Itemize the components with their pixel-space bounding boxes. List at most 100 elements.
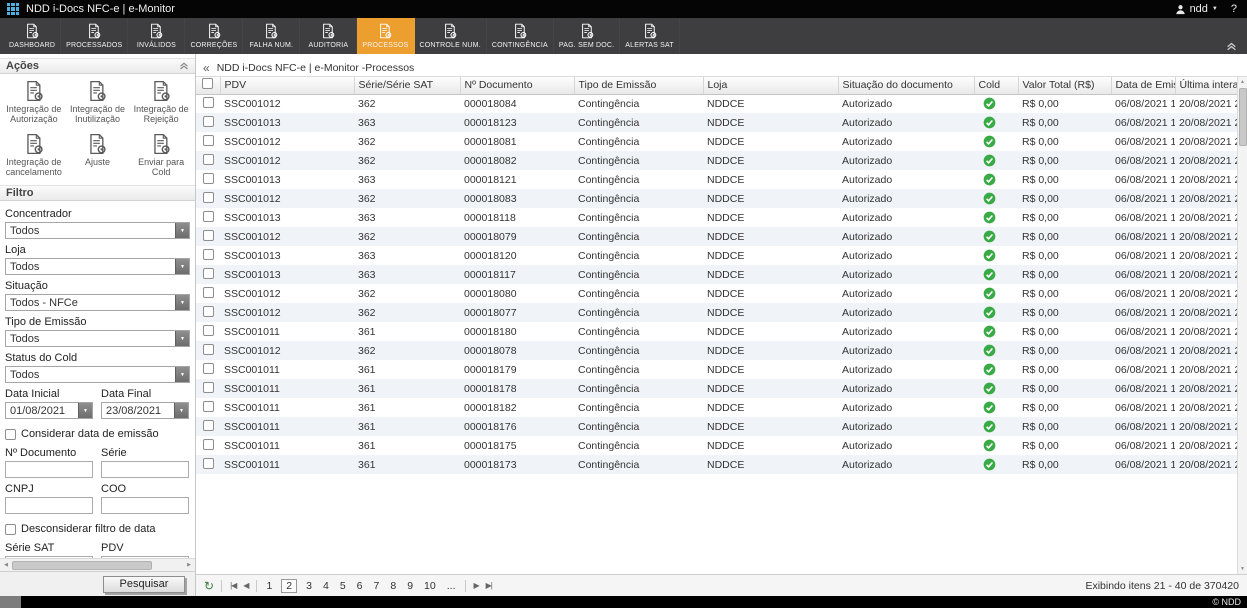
tab-dashboard[interactable]: DASHBOARD xyxy=(4,18,61,54)
filter-dropdown[interactable]: Todos▼ xyxy=(5,366,190,383)
pesquisar-button[interactable]: Pesquisar xyxy=(103,576,185,593)
tab-invalidos[interactable]: INVÁLIDOS xyxy=(128,18,185,54)
coo-input[interactable] xyxy=(101,497,189,514)
considerar-emissao-checkbox[interactable] xyxy=(5,429,16,440)
page-number-6[interactable]: 6 xyxy=(355,580,365,592)
col-valor-total[interactable]: Valor Total (R$) xyxy=(1018,77,1111,94)
table-row[interactable]: SSC001011361000018173ContingênciaNDDCEAu… xyxy=(196,455,1237,474)
table-row[interactable]: SSC001012362000018081ContingênciaNDDCEAu… xyxy=(196,132,1237,151)
tab-controle-num[interactable]: CONTROLE NUM. xyxy=(415,18,487,54)
documento-input[interactable] xyxy=(5,461,93,478)
scroll-up-icon[interactable]: ▲ xyxy=(1238,77,1247,87)
filter-dropdown[interactable]: Todos▼ xyxy=(5,330,190,347)
table-row[interactable]: SSC001012362000018079ContingênciaNDDCEAu… xyxy=(196,227,1237,246)
action-ajuste[interactable]: Ajuste xyxy=(66,133,130,178)
action-integracao-de-cancelamento[interactable]: Integração de cancelamento xyxy=(2,133,66,178)
row-checkbox[interactable] xyxy=(203,306,214,317)
row-checkbox[interactable] xyxy=(203,249,214,260)
page-number-1[interactable]: 1 xyxy=(264,580,274,592)
scroll-down-icon[interactable]: ▼ xyxy=(1238,564,1247,574)
table-row[interactable]: SSC001012362000018084ContingênciaNDDCEAu… xyxy=(196,94,1237,113)
row-checkbox[interactable] xyxy=(203,401,214,412)
horizontal-scrollbar-thumb[interactable] xyxy=(12,561,152,570)
tab-contingencia[interactable]: CONTINGÊNCIA xyxy=(487,18,554,54)
col-ultima-interacao[interactable]: Última interação xyxy=(1175,77,1237,94)
col-serie-sat[interactable]: Série/Série SAT xyxy=(354,77,460,94)
row-checkbox[interactable] xyxy=(203,382,214,393)
date-start-picker[interactable]: 01/08/2021 ▼ xyxy=(5,402,93,419)
row-checkbox[interactable] xyxy=(203,420,214,431)
collapse-panel-icon[interactable] xyxy=(179,62,189,70)
page-number-7[interactable]: 7 xyxy=(372,580,382,592)
action-enviar-para-cold[interactable]: Enviar para Cold xyxy=(129,133,193,178)
row-checkbox[interactable] xyxy=(203,97,214,108)
table-row[interactable]: SSC001013363000018118ContingênciaNDDCEAu… xyxy=(196,208,1237,227)
page-ellipsis[interactable]: ... xyxy=(445,580,458,592)
table-row[interactable]: SSC001011361000018180ContingênciaNDDCEAu… xyxy=(196,322,1237,341)
col-cold[interactable]: Cold xyxy=(974,77,1018,94)
page-prev-icon[interactable]: ◀ xyxy=(242,581,249,590)
cnpj-input[interactable] xyxy=(5,497,93,514)
tab-correcoes[interactable]: CORREÇÕES xyxy=(185,18,243,54)
scroll-right-icon[interactable]: ▶ xyxy=(183,562,195,568)
filter-dropdown[interactable]: Todos - NFCe▼ xyxy=(5,294,190,311)
row-checkbox[interactable] xyxy=(203,116,214,127)
select-all-checkbox[interactable] xyxy=(202,78,213,89)
date-end-picker[interactable]: 23/08/2021 ▼ xyxy=(101,402,189,419)
row-checkbox[interactable] xyxy=(203,363,214,374)
help-button[interactable]: ? xyxy=(1228,3,1240,15)
filter-dropdown[interactable]: Todos▼ xyxy=(5,258,190,275)
table-row[interactable]: SSC001011361000018178ContingênciaNDDCEAu… xyxy=(196,379,1237,398)
action-integracao-de-autorizacao[interactable]: Integração de Autorização xyxy=(2,80,66,125)
page-number-2[interactable]: 2 xyxy=(281,579,297,593)
row-checkbox[interactable] xyxy=(203,154,214,165)
page-first-icon[interactable]: |◀ xyxy=(229,581,237,590)
table-row[interactable]: SSC001011361000018179ContingênciaNDDCEAu… xyxy=(196,360,1237,379)
desconsiderar-filtro-checkbox[interactable] xyxy=(5,524,16,535)
page-number-4[interactable]: 4 xyxy=(321,580,331,592)
app-launcher-grid-icon[interactable] xyxy=(7,3,19,15)
table-row[interactable]: SSC001012362000018083ContingênciaNDDCEAu… xyxy=(196,189,1237,208)
row-checkbox[interactable] xyxy=(203,287,214,298)
row-checkbox[interactable] xyxy=(203,230,214,241)
collapse-ribbon-icon[interactable] xyxy=(1226,42,1237,51)
tab-falha-num[interactable]: FALHA NUM. xyxy=(243,18,300,54)
row-checkbox[interactable] xyxy=(203,211,214,222)
tab-auditoria[interactable]: AUDITORIA xyxy=(300,18,357,54)
page-next-icon[interactable]: ▶ xyxy=(473,581,480,590)
considerar-emissao-row[interactable]: Considerar data de emissão xyxy=(5,428,190,440)
col-situacao[interactable]: Situação do documento xyxy=(838,77,974,94)
row-checkbox[interactable] xyxy=(203,192,214,203)
page-number-10[interactable]: 10 xyxy=(422,580,438,592)
tab-pag-sem-doc[interactable]: PAG. SEM DOC. xyxy=(554,18,620,54)
collapse-sidebar-icon[interactable]: « xyxy=(203,62,210,74)
col-pdv[interactable]: PDV xyxy=(220,77,354,94)
table-row[interactable]: SSC001012362000018078ContingênciaNDDCEAu… xyxy=(196,341,1237,360)
table-row[interactable]: SSC001012362000018080ContingênciaNDDCEAu… xyxy=(196,284,1237,303)
tab-processados[interactable]: PROCESSADOS xyxy=(61,18,128,54)
table-row[interactable]: SSC001012362000018077ContingênciaNDDCEAu… xyxy=(196,303,1237,322)
user-menu[interactable]: ndd ▼ xyxy=(1175,3,1218,15)
page-number-8[interactable]: 8 xyxy=(388,580,398,592)
col-documento[interactable]: Nº Documento xyxy=(460,77,574,94)
table-row[interactable]: SSC001011361000018182ContingênciaNDDCEAu… xyxy=(196,398,1237,417)
action-integracao-de-rejeicao[interactable]: Integração de Rejeição xyxy=(129,80,193,125)
vertical-scrollbar-thumb[interactable] xyxy=(1239,88,1247,146)
row-checkbox[interactable] xyxy=(203,458,214,469)
serie-input[interactable] xyxy=(101,461,189,478)
action-integracao-de-inutilizacao[interactable]: Integração de Inutilização xyxy=(66,80,130,125)
table-row[interactable]: SSC001013363000018117ContingênciaNDDCEAu… xyxy=(196,265,1237,284)
col-data-emissao[interactable]: Data de Emissão xyxy=(1111,77,1175,94)
tab-processos[interactable]: PROCESSOS xyxy=(357,18,414,54)
page-number-9[interactable]: 9 xyxy=(405,580,415,592)
row-checkbox[interactable] xyxy=(203,135,214,146)
row-checkbox[interactable] xyxy=(203,344,214,355)
table-row[interactable]: SSC001013363000018120ContingênciaNDDCEAu… xyxy=(196,246,1237,265)
table-row[interactable]: SSC001011361000018175ContingênciaNDDCEAu… xyxy=(196,436,1237,455)
page-number-3[interactable]: 3 xyxy=(304,580,314,592)
filter-dropdown[interactable]: Todos▼ xyxy=(5,222,190,239)
col-loja[interactable]: Loja xyxy=(703,77,838,94)
page-last-icon[interactable]: ▶| xyxy=(485,581,493,590)
table-row[interactable]: SSC001012362000018082ContingênciaNDDCEAu… xyxy=(196,151,1237,170)
tab-alertas-sat[interactable]: ALERTAS SAT xyxy=(620,18,680,54)
